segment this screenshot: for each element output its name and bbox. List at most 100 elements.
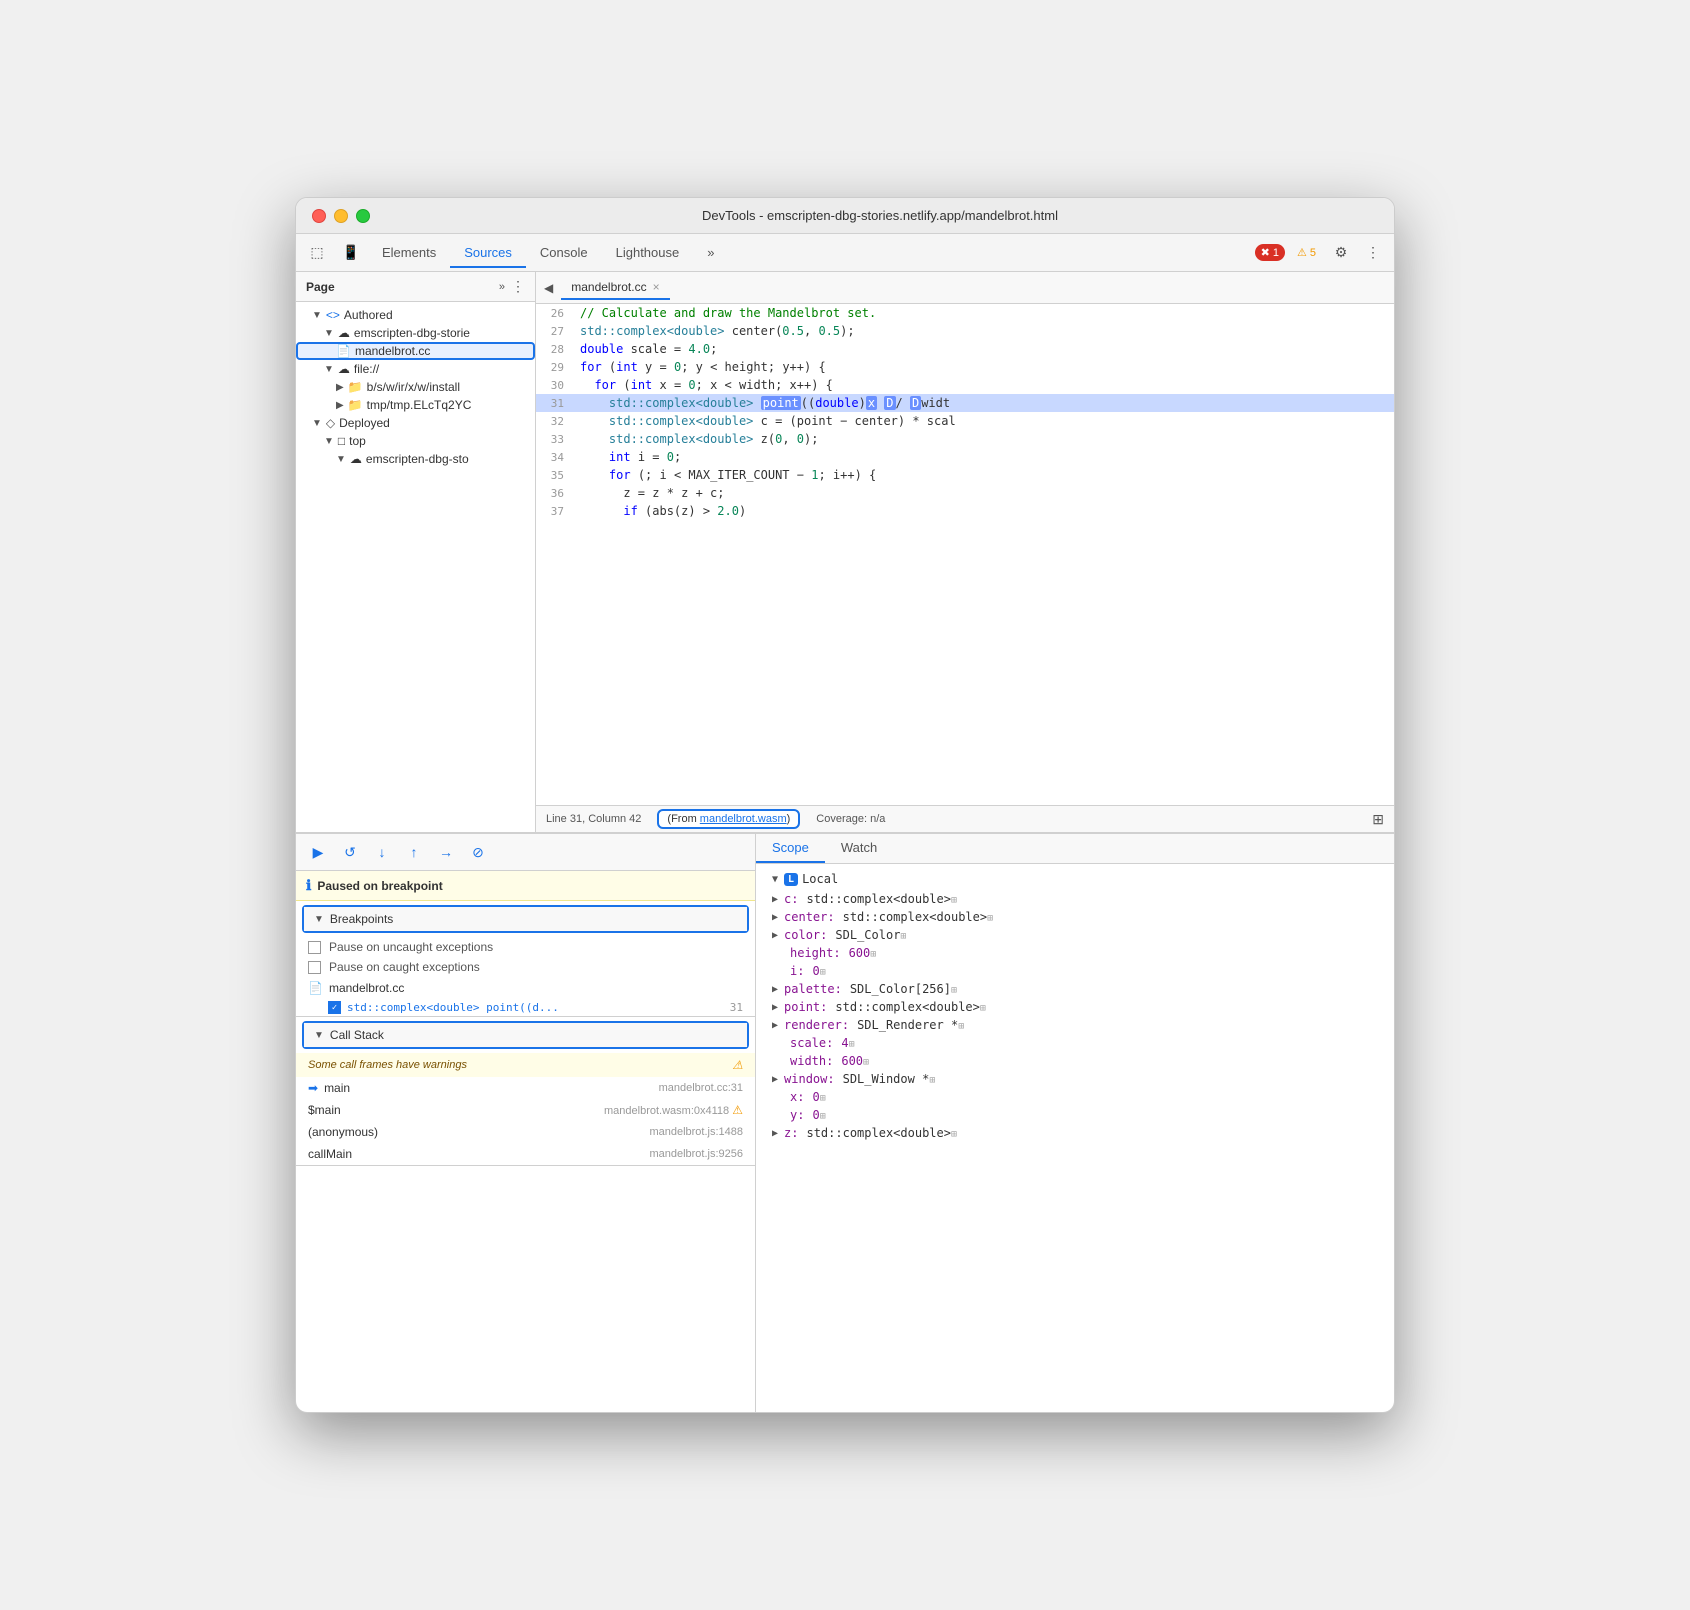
call-stack-header[interactable]: ▼ Call Stack xyxy=(304,1023,747,1047)
pause-uncaught-item[interactable]: Pause on uncaught exceptions xyxy=(296,937,755,957)
bp-line-num: 31 xyxy=(730,1001,743,1014)
minimize-button[interactable] xyxy=(334,209,348,223)
tab-console[interactable]: Console xyxy=(526,239,602,268)
call-frame-anon[interactable]: (anonymous) mandelbrot.js:1488 xyxy=(296,1121,755,1143)
scope-item-window[interactable]: ▶ window: SDL_Window *⊞ xyxy=(756,1070,1394,1088)
scope-item-height: height: 600⊞ xyxy=(756,944,1394,962)
pause-caught-item[interactable]: Pause on caught exceptions xyxy=(296,957,755,977)
sidebar: Page » ⋮ ▼ <> Authored ▼ ☁ emscripten-db… xyxy=(296,272,536,832)
sidebar-item-tmp[interactable]: ▶ 📁 tmp/tmp.ELcTq2YC xyxy=(296,396,535,414)
scope-arrow-icon: ▼ xyxy=(772,874,778,885)
code-line-34: 34 int i = 0; xyxy=(536,448,1394,466)
tab-watch[interactable]: Watch xyxy=(825,834,893,863)
deactivate-button[interactable]: ⊘ xyxy=(466,840,490,864)
call-frame-main[interactable]: ➡ main mandelbrot.cc:31 xyxy=(296,1077,755,1099)
tab-more[interactable]: » xyxy=(693,239,728,268)
from-file: mandelbrot.wasm xyxy=(700,813,787,825)
deployed-icon: ◇ xyxy=(326,416,335,430)
frame-location: mandelbrot.cc:31 xyxy=(659,1082,743,1094)
scope-item-renderer[interactable]: ▶ renderer: SDL_Renderer *⊞ xyxy=(756,1016,1394,1034)
tab-lighthouse[interactable]: Lighthouse xyxy=(602,239,694,268)
sidebar-item-label: file:// xyxy=(354,362,379,376)
code-line-29: 29 for (int y = 0; y < height; y++) { xyxy=(536,358,1394,376)
file-tab-mandelbrot[interactable]: mandelbrot.cc × xyxy=(561,276,669,300)
sidebar-item-deployed[interactable]: ▼ ◇ Deployed xyxy=(296,414,535,432)
maximize-button[interactable] xyxy=(356,209,370,223)
warning-text: Some call frames have warnings xyxy=(308,1059,467,1071)
scope-item-palette[interactable]: ▶ palette: SDL_Color[256]⊞ xyxy=(756,980,1394,998)
cloud-icon: ☁ xyxy=(338,326,350,340)
warning-icon: ⚠ xyxy=(732,1103,743,1117)
resume-button[interactable]: ▶ xyxy=(306,840,330,864)
settings-icon[interactable]: ⚙ xyxy=(1328,240,1354,266)
bp-text: std::complex<double> point((d... xyxy=(347,1001,559,1014)
warning-banner: Some call frames have warnings ⚠ xyxy=(296,1053,755,1077)
warning-badge[interactable]: ⚠ 5 xyxy=(1291,244,1322,261)
line-number: 31 xyxy=(536,397,572,410)
tab-scope[interactable]: Scope xyxy=(756,834,825,863)
sidebar-more-icon[interactable]: » xyxy=(499,281,505,293)
inspect-icon[interactable]: ⬚ xyxy=(304,240,330,266)
step-over-button[interactable]: ↺ xyxy=(338,840,362,864)
main-area: Page » ⋮ ▼ <> Authored ▼ ☁ emscripten-db… xyxy=(296,272,1394,832)
line-number: 34 xyxy=(536,451,572,464)
sidebar-item-emscripten[interactable]: ▼ ☁ emscripten-dbg-storie xyxy=(296,324,535,342)
sidebar-item-mandelbrot-cc[interactable]: 📄 mandelbrot.cc xyxy=(296,342,535,360)
tab-sources[interactable]: Sources xyxy=(450,239,526,268)
step-button[interactable]: → xyxy=(434,840,458,864)
pause-caught-checkbox[interactable] xyxy=(308,961,321,974)
code-line-31: 31 std::complex<double> point((double)x … xyxy=(536,394,1394,412)
arrow-icon: ▼ xyxy=(324,328,334,339)
step-into-button[interactable]: ↓ xyxy=(370,840,394,864)
sidebar-item-authored[interactable]: ▼ <> Authored xyxy=(296,306,535,324)
sidebar-item-label: Deployed xyxy=(339,416,390,430)
sidebar-menu-icon[interactable]: ⋮ xyxy=(511,278,525,295)
sidebar-item-file[interactable]: ▼ ☁ file:// xyxy=(296,360,535,378)
sidebar-toggle-icon[interactable]: ◀ xyxy=(544,281,553,295)
scope-value: 600⊞ xyxy=(849,946,877,960)
expand-icon: ▶ xyxy=(772,1074,778,1085)
close-button[interactable] xyxy=(312,209,326,223)
breakpoints-header[interactable]: ▼ Breakpoints xyxy=(304,907,747,931)
error-badge[interactable]: ✖ 1 xyxy=(1255,244,1285,261)
sidebar-item-emscripten-deployed[interactable]: ▼ ☁ emscripten-dbg-sto xyxy=(296,450,535,468)
arrow-icon: ▶ xyxy=(336,382,344,393)
scope-item-point[interactable]: ▶ point: std::complex<double>⊞ xyxy=(756,998,1394,1016)
scope-item-z[interactable]: ▶ z: std::complex<double>⊞ xyxy=(756,1124,1394,1142)
call-frame-callmain[interactable]: callMain mandelbrot.js:9256 xyxy=(296,1143,755,1165)
code-editor[interactable]: 26 // Calculate and draw the Mandelbrot … xyxy=(536,304,1394,805)
bp-file-name: mandelbrot.cc xyxy=(329,981,404,995)
sidebar-header: Page » ⋮ xyxy=(296,272,535,302)
line-content: // Calculate and draw the Mandelbrot set… xyxy=(572,306,876,320)
devtools-window: DevTools - emscripten-dbg-stories.netlif… xyxy=(295,197,1395,1413)
scope-item-center[interactable]: ▶ center: std::complex<double>⊞ xyxy=(756,908,1394,926)
sidebar-item-top[interactable]: ▼ □ top xyxy=(296,432,535,450)
active-frame-icon: ➡ xyxy=(308,1081,318,1095)
info-icon: ℹ xyxy=(306,877,311,894)
line-content: if (abs(z) > 2.0) xyxy=(572,504,746,518)
tab-elements[interactable]: Elements xyxy=(368,239,450,268)
pretty-print-icon[interactable]: ⊞ xyxy=(1372,811,1384,828)
cloud-icon: ☁ xyxy=(350,452,362,466)
pause-uncaught-checkbox[interactable] xyxy=(308,941,321,954)
arrow-icon: ▼ xyxy=(336,454,346,465)
more-options-icon[interactable]: ⋮ xyxy=(1360,240,1386,266)
scope-local-label[interactable]: ▼ L Local xyxy=(756,868,1394,890)
scope-value: 600⊞ xyxy=(841,1054,869,1068)
step-out-button[interactable]: ↑ xyxy=(402,840,426,864)
scope-item-c[interactable]: ▶ c: std::complex<double>⊞ xyxy=(756,890,1394,908)
arrow-icon: ▶ xyxy=(336,400,344,411)
sidebar-item-label: emscripten-dbg-storie xyxy=(354,326,470,340)
sidebar-item-install[interactable]: ▶ 📁 b/s/w/ir/x/w/install xyxy=(296,378,535,396)
section-arrow-icon: ▼ xyxy=(314,1030,324,1041)
scope-item-color[interactable]: ▶ color: SDL_Color⊞ xyxy=(756,926,1394,944)
device-icon[interactable]: 📱 xyxy=(338,240,364,266)
line-content: for (int y = 0; y < height; y++) { xyxy=(572,360,826,374)
close-icon[interactable]: × xyxy=(653,280,660,294)
bp-breakpoint-item[interactable]: ✓ std::complex<double> point((d... 31 xyxy=(296,999,755,1016)
call-frame-smain[interactable]: $main mandelbrot.wasm:0x4118 ⚠ xyxy=(296,1099,755,1121)
sidebar-item-label: tmp/tmp.ELcTq2YC xyxy=(367,398,472,412)
scope-value: std::complex<double>⊞ xyxy=(806,1126,957,1140)
sidebar-header-label: Page xyxy=(306,280,499,294)
bp-checkbox[interactable]: ✓ xyxy=(328,1001,341,1014)
